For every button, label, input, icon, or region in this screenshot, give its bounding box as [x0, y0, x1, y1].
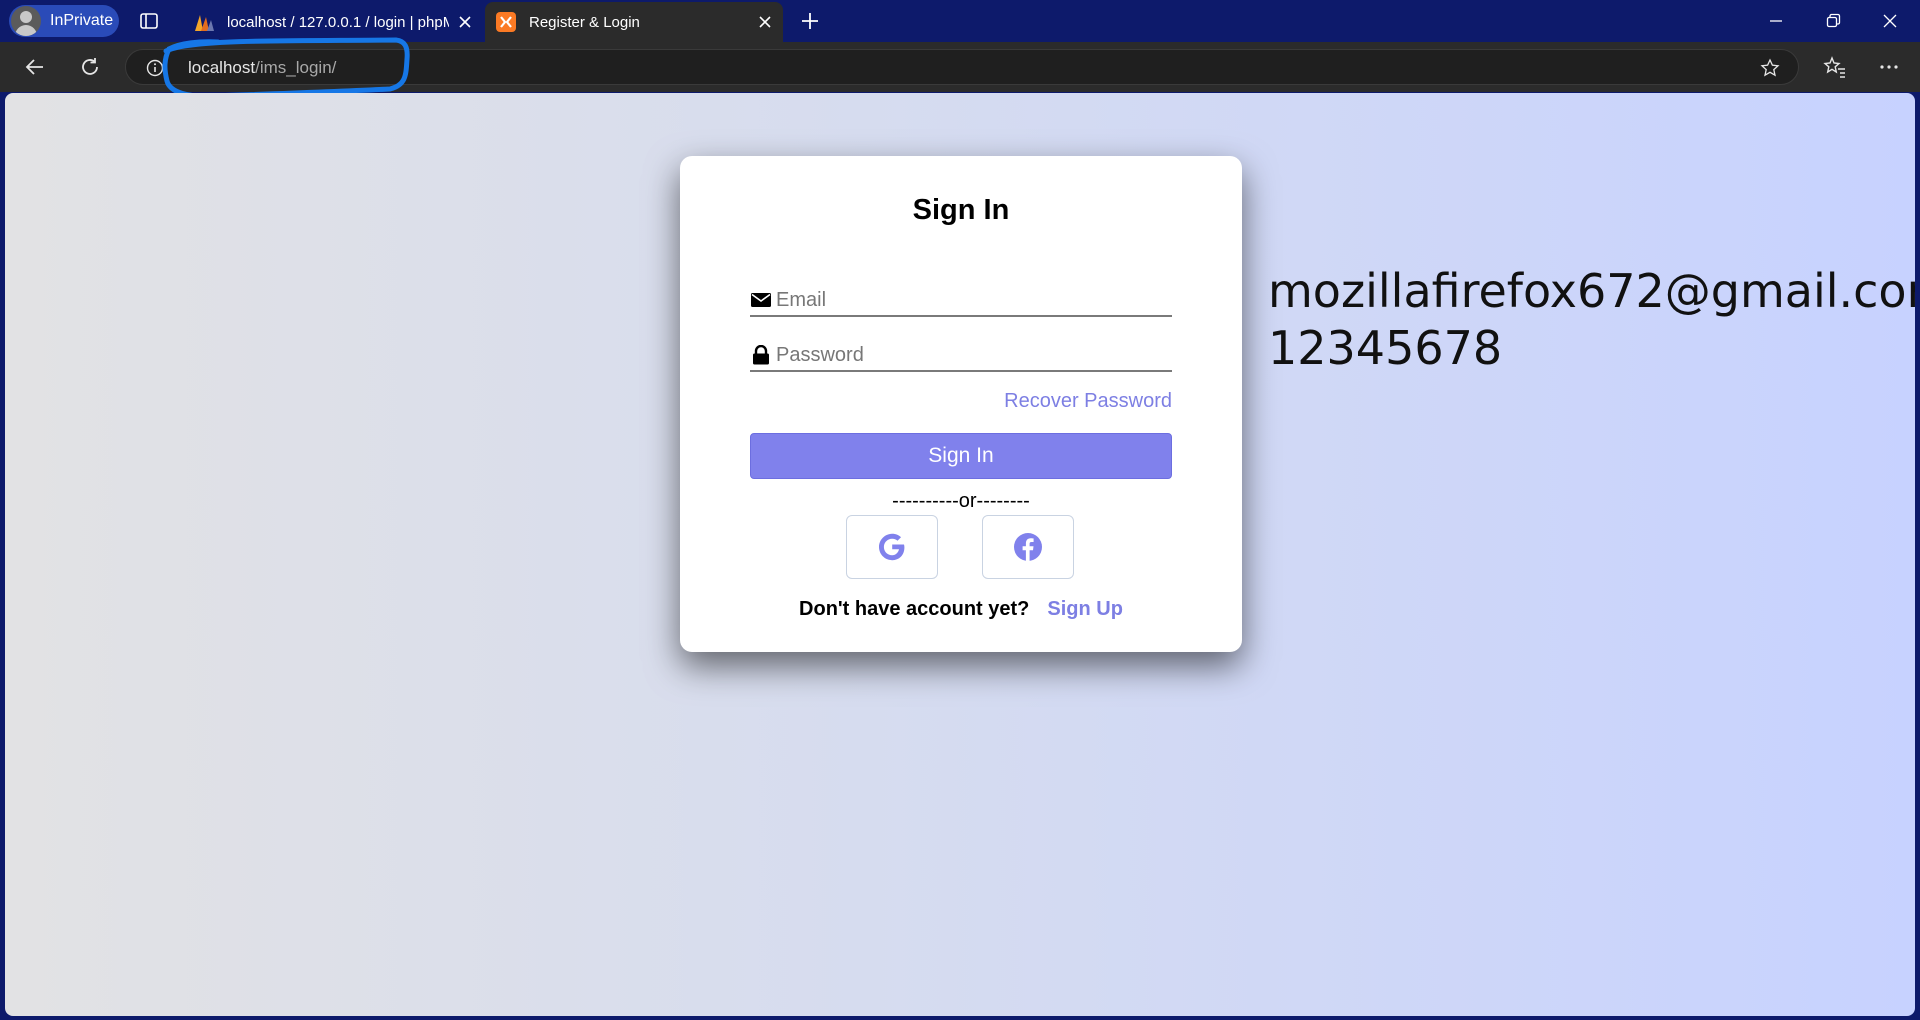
close-icon — [1883, 14, 1897, 28]
more-icon — [1880, 65, 1898, 69]
or-divider: ----------or-------- — [892, 490, 1030, 512]
page-viewport: Sign In Recover Password Sign In -------… — [5, 93, 1915, 1016]
close-icon[interactable] — [757, 14, 773, 30]
new-tab-icon[interactable] — [798, 9, 822, 33]
restore-button[interactable] — [1805, 0, 1861, 42]
refresh-icon — [82, 58, 98, 75]
note-email: mozillafirefox672@gmail.com — [1268, 264, 1915, 318]
email-field[interactable] — [776, 288, 1156, 312]
profile-avatar — [11, 6, 41, 36]
signin-button[interactable]: Sign In — [750, 433, 1172, 479]
google-signin-button[interactable] — [846, 515, 938, 579]
credentials-note: mozillafirefox672@gmail.com 12345678 — [1268, 263, 1915, 377]
tab-title: Register & Login — [529, 13, 640, 31]
tab-register-login[interactable]: Register & Login — [485, 2, 783, 42]
note-password: 12345678 — [1268, 321, 1503, 375]
recover-password-link[interactable]: Recover Password — [1004, 390, 1172, 413]
signin-card: Sign In Recover Password Sign In -------… — [680, 156, 1242, 652]
facebook-icon — [1014, 533, 1042, 561]
window-close-button[interactable] — [1862, 0, 1918, 42]
minimize-icon — [1770, 20, 1782, 22]
tab-phpmyadmin[interactable]: localhost / 127.0.0.1 / login | phpMyAdm… — [183, 2, 483, 42]
minimize-button[interactable] — [1748, 0, 1804, 42]
url-highlight-annotation — [162, 37, 410, 99]
refresh-button[interactable] — [76, 53, 104, 81]
close-icon[interactable] — [457, 14, 473, 30]
favorites-button[interactable] — [1822, 54, 1848, 80]
signup-link[interactable]: Sign Up — [1047, 598, 1123, 620]
inprivate-label: InPrivate — [50, 12, 114, 29]
envelope-icon — [751, 293, 771, 307]
lock-icon — [753, 345, 769, 365]
favorites-icon — [1823, 56, 1845, 78]
phpmyadmin-icon — [195, 15, 214, 31]
inprivate-badge[interactable]: InPrivate — [9, 5, 119, 37]
signup-prompt-text: Don't have account yet? — [799, 598, 1030, 620]
favorite-star-icon[interactable] — [1760, 58, 1780, 78]
tab-actions-icon[interactable] — [138, 10, 160, 32]
more-menu-button[interactable] — [1876, 54, 1902, 80]
email-field-wrapper — [750, 285, 1172, 317]
back-button[interactable] — [21, 53, 49, 81]
back-arrow-icon — [25, 59, 43, 75]
page-title: Sign In — [912, 194, 1010, 226]
password-field-wrapper — [750, 340, 1172, 372]
browser-titlebar: InPrivate localhost / 127.0.0.1 / login … — [0, 0, 1920, 42]
password-field[interactable] — [776, 343, 1156, 367]
xampp-icon — [496, 12, 516, 32]
signup-prompt: Don't have account yet? Sign Up — [680, 598, 1242, 621]
facebook-signin-button[interactable] — [982, 515, 1074, 579]
restore-icon — [1826, 13, 1841, 28]
tab-title: localhost / 127.0.0.1 / login | phpMyAdm… — [227, 13, 449, 31]
google-icon — [879, 533, 905, 561]
